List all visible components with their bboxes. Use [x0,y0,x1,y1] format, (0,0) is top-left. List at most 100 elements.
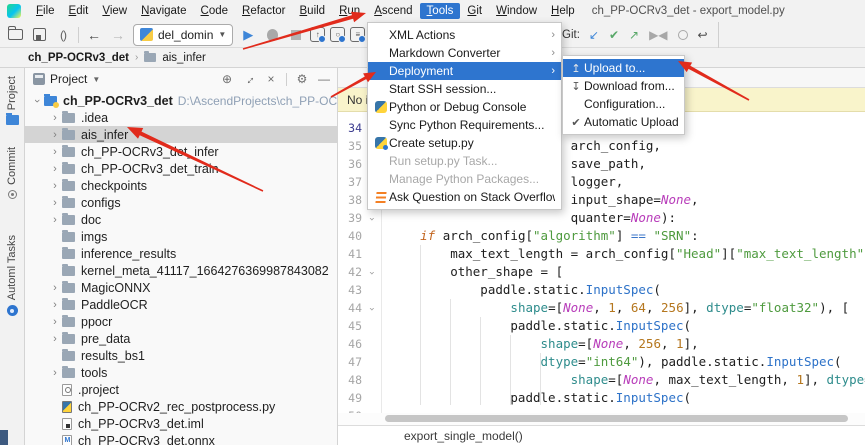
tree-item-idea[interactable]: › .idea [25,109,337,126]
function-breadcrumb[interactable]: export_single_model() [404,429,523,443]
tree-item-checkpoints[interactable]: › checkpoints [25,177,337,194]
chevron-icon[interactable]: › [48,367,62,379]
push-icon[interactable]: ↗ [629,28,639,42]
tree-item-ch-pp-ocrv2-rec-postprocess-py[interactable]: ch_PP-OCRv2_rec_postprocess.py [25,398,337,415]
update-project-icon[interactable]: ↙ [589,28,599,42]
chevron-icon[interactable]: › [48,299,62,311]
device-upload-icon[interactable]: ↑ [310,27,327,43]
back-icon[interactable]: ← [85,26,103,44]
chevron-icon[interactable]: › [48,214,62,226]
menu-run[interactable]: Run [332,3,367,19]
fold-chevron-icon[interactable]: › [362,270,380,276]
tree-item-ch-pp-ocrv3-det-onnx[interactable]: ch_PP-OCRv3_det.onnx [25,432,337,445]
server-gear-icon[interactable]: ≡ [350,27,367,43]
chevron-icon[interactable]: › [48,333,62,345]
breadcrumb-folder[interactable]: ais_infer [162,52,205,64]
menu-item-start-ssh-session[interactable]: Start SSH session... [368,80,561,98]
tree-item-ch-pp-ocrv3-det-train[interactable]: › ch_PP-OCRv3_det_train [25,160,337,177]
forward-icon[interactable]: → [109,26,127,44]
menu-item-python-or-debug-console[interactable]: Python or Debug Console [368,98,561,116]
stripe-item-automl-tasks[interactable]: Automl Tasks [6,235,18,317]
menu-item-ask-question-on-stack-overflow[interactable]: Ask Question on Stack Overflow [368,188,561,206]
scrollbar-thumb[interactable] [385,415,848,422]
menu-file[interactable]: File [29,3,62,19]
device-gear-icon[interactable]: ○ [330,27,347,43]
open-folder-icon[interactable] [6,26,24,44]
menu-item-sync-python-requirements[interactable]: Sync Python Requirements... [368,116,561,134]
menu-git[interactable]: Git [460,3,489,19]
tree-item-magiconnx[interactable]: › MagicONNX [25,279,337,296]
tree-item-paddleocr[interactable]: › PaddleOCR [25,296,337,313]
history-icon[interactable] [677,30,688,40]
submenu-item-automatic-upload[interactable]: ✔ Automatic Upload [563,113,684,131]
menu-item-run-setup-py-task[interactable]: Run setup.py Task... [368,152,561,170]
submenu-item-download-from[interactable]: ↧ Download from... [563,77,684,95]
tree-item-kernel-meta-41117-1664276369987843082[interactable]: kernel_meta_41117_1664276369987843082 [25,262,337,279]
tree-item-ppocr[interactable]: › ppocr [25,313,337,330]
stripe-item-commit[interactable]: Commit [6,147,18,200]
menu-help[interactable]: Help [544,3,582,19]
menu-code[interactable]: Code [194,3,236,19]
tree-item-ch-pp-ocrv3-det-iml[interactable]: ch_PP-OCRv3_det.iml [25,415,337,432]
chevron-icon[interactable]: › [31,94,43,108]
menu-item-create-setup-py[interactable]: Create setup.py [368,134,561,152]
stripe-item-project[interactable]: Project [5,76,19,126]
menu-item-deployment[interactable]: Deployment › [368,62,561,80]
stop-icon[interactable] [287,26,305,44]
sync-icon[interactable]: () [54,26,72,44]
tree-item-doc[interactable]: › doc [25,211,337,228]
menu-refactor[interactable]: Refactor [235,3,292,19]
chevron-icon[interactable]: › [48,163,62,175]
menu-item-label: Run setup.py Task... [389,154,498,168]
chevron-icon[interactable]: › [48,197,62,209]
tree-item-inference-results[interactable]: inference_results [25,245,337,262]
run-button[interactable]: ▶ [239,26,257,44]
chevron-icon[interactable]: › [48,282,62,294]
tree-item-configs[interactable]: › configs [25,194,337,211]
tree-item-ch-pp-ocrv3-det[interactable]: › ch_PP-OCRv3_det D:\AscendProjects\ch_PP-… [25,92,337,109]
submenu-item-configuration[interactable]: Configuration... [563,95,684,113]
tree-item-ch-pp-ocrv3-det-infer[interactable]: › ch_PP-OCRv3_det_infer [25,143,337,160]
submenu-item-upload-to[interactable]: ↥ Upload to... [563,59,684,77]
menu-build[interactable]: Build [293,3,333,19]
chevron-icon[interactable]: › [48,146,62,158]
menu-item-manage-python-packages[interactable]: Manage Python Packages... [368,170,561,188]
menu-tools[interactable]: Tools [419,3,461,19]
menu-window[interactable]: Window [489,3,544,19]
chevron-icon[interactable]: › [48,316,62,328]
tree-item-project[interactable]: .project [25,381,337,398]
horizontal-scrollbar[interactable] [338,413,865,425]
fold-chevron-icon[interactable]: › [362,216,380,222]
chevron-icon[interactable]: › [48,129,62,141]
menu-ascend[interactable]: Ascend [367,3,419,19]
tree-item-imgs[interactable]: imgs [25,228,337,245]
tree-item-tools[interactable]: › tools [25,364,337,381]
menu-item-label: Start SSH session... [389,82,497,96]
tree-item-pre-data[interactable]: › pre_data [25,330,337,347]
run-configuration-select[interactable]: del_domin ▼ [133,23,234,46]
rollback-icon[interactable]: ↩ [698,28,708,42]
chevron-icon[interactable]: › [48,112,62,124]
menu-item-xml-actions[interactable]: XML Actions › [368,26,561,44]
menu-item-markdown-converter[interactable]: Markdown Converter › [368,44,561,62]
tree-item-results-bs1[interactable]: results_bs1 [25,347,337,364]
locate-file-icon[interactable]: ⊕ [220,72,234,86]
submenu-arrow-icon: › [551,29,555,41]
chevron-icon[interactable]: › [48,180,62,192]
tree-item-ais-infer[interactable]: › ais_infer [25,126,337,143]
menu-edit[interactable]: Edit [62,3,96,19]
collapse-all-icon[interactable]: × [264,72,278,86]
hide-panel-icon[interactable]: — [317,72,331,86]
chevron-down-icon[interactable]: ▼ [92,75,100,84]
breadcrumb-project[interactable]: ch_PP-OCRv3_det [28,52,129,64]
debug-icon[interactable] [263,26,281,44]
fold-chevron-icon[interactable]: › [362,306,380,312]
diff-icon[interactable]: ▶◀ [649,28,667,42]
save-all-icon[interactable] [30,26,48,44]
commit-icon[interactable]: ✔ [609,28,619,42]
menu-navigate[interactable]: Navigate [134,3,193,19]
expand-icon[interactable]: ↔ [240,70,258,88]
menu-view[interactable]: View [95,3,134,19]
settings-gear-icon[interactable]: ⚙ [295,72,309,86]
run-config-icon [140,28,153,41]
